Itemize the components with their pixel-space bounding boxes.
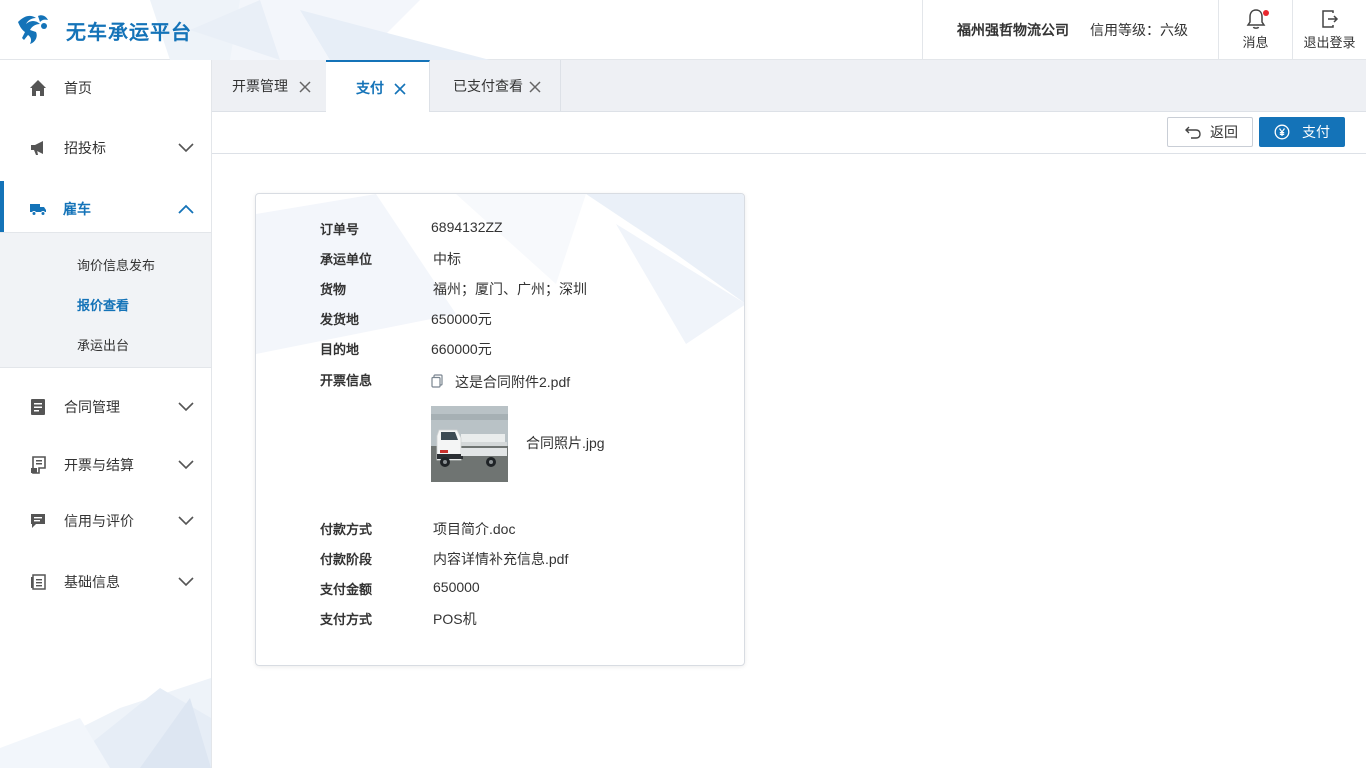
sidebar-item-hire[interactable]: 雇车: [0, 181, 211, 237]
field-label: 付款方式: [320, 522, 373, 537]
sidebar-item-label: 基础信息: [64, 574, 120, 590]
field-label: 支付方式: [320, 612, 373, 627]
payment-detail-card: 订单号 6894132ZZ 承运单位 中标 货物 福州；厦门、广州；深圳 发货地…: [255, 193, 745, 666]
tab-bar: 开票管理 支付 已支付查看: [212, 60, 1366, 113]
comment-icon: [28, 511, 48, 531]
field-value: 650000元: [431, 311, 492, 327]
bell-icon: [1246, 8, 1269, 30]
sidebar-item-home[interactable]: 首页: [0, 60, 211, 116]
field-label: 付款阶段: [320, 552, 373, 567]
credit-level: 信用等级：六级: [1090, 21, 1188, 38]
chevron-down-icon: [177, 573, 195, 591]
truck-icon: [28, 199, 48, 219]
field-value: 项目简介.doc: [433, 521, 516, 537]
back-button[interactable]: 返回: [1167, 117, 1253, 147]
notification-dot: [1262, 10, 1269, 16]
detail-row-origin: 发货地 650000元: [256, 309, 744, 329]
top-header: 无车承运平台 福州强哲物流公司 信用等级：六级 消息 退出登录: [0, 0, 1366, 60]
sidebar-item-label: 合同管理: [64, 399, 120, 415]
chevron-up-icon: [177, 200, 195, 218]
megaphone-icon: [28, 138, 48, 158]
submenu-item-carrier-out[interactable]: 承运出台: [77, 335, 129, 354]
archive-icon: [28, 572, 48, 592]
field-label: 支付金额: [320, 582, 373, 597]
back-button-label: 返回: [1210, 124, 1238, 140]
detail-row-payment-stage: 付款阶段 内容详情补充信息.pdf: [256, 549, 744, 569]
submenu-item-inquiry-publish[interactable]: 询价信息发布: [77, 255, 155, 274]
logout-icon: [1320, 8, 1340, 30]
photo-file-name[interactable]: 合同照片.jpg: [526, 433, 605, 453]
sidebar-item-label: 雇车: [63, 201, 91, 217]
sidebar-item-label: 信用与评价: [64, 513, 134, 529]
app-logo[interactable]: 无车承运平台: [14, 10, 192, 51]
pay-button[interactable]: 支付: [1259, 117, 1345, 147]
field-value: 650000: [433, 579, 480, 595]
detail-row-goods: 货物 福州；厦门、广州；深圳: [256, 279, 744, 299]
field-label: 货物: [320, 282, 347, 297]
invoice-attachment[interactable]: 这是合同附件2.pdf: [431, 372, 570, 392]
sidebar-item-label: 开票与结算: [64, 457, 134, 473]
chevron-down-icon: [177, 512, 195, 530]
app-title: 无车承运平台: [66, 22, 192, 44]
chevron-down-icon: [177, 456, 195, 474]
logout-label: 退出登录: [1303, 35, 1356, 50]
messages-button[interactable]: 消息: [1218, 0, 1292, 59]
active-indicator: [0, 181, 4, 237]
field-value: 6894132ZZ: [431, 219, 503, 235]
attachment-file-name[interactable]: 这是合同附件2.pdf: [455, 372, 570, 392]
chevron-down-icon: [177, 139, 195, 157]
chevron-down-icon: [177, 398, 195, 416]
detail-row-destination: 目的地 660000元: [256, 339, 744, 359]
close-icon[interactable]: [299, 80, 311, 93]
sidebar-item-contract[interactable]: 合同管理: [0, 379, 211, 435]
receipt-icon: [28, 455, 48, 475]
copy-file-icon: [431, 373, 443, 391]
pay-button-label: 支付: [1302, 124, 1330, 140]
detail-row-order-no: 订单号 6894132ZZ: [256, 219, 744, 239]
tab-paid-view[interactable]: 已支付查看: [430, 60, 561, 112]
sidebar-item-bidding[interactable]: 招投标: [0, 120, 211, 176]
sidebar-decoration: [0, 678, 211, 768]
field-value: POS机: [433, 611, 477, 627]
sidebar-item-credit[interactable]: 信用与评价: [0, 493, 211, 549]
close-icon[interactable]: [394, 82, 406, 95]
company-name: 福州强哲物流公司: [957, 21, 1069, 38]
home-icon: [28, 78, 48, 98]
field-value: 福州；厦门、广州；深圳: [433, 281, 587, 297]
pegasus-logo-icon: [14, 10, 52, 51]
sidebar-item-basic-info[interactable]: 基础信息: [0, 554, 211, 610]
logout-button[interactable]: 退出登录: [1292, 0, 1366, 59]
field-label: 承运单位: [320, 252, 373, 267]
tab-label: 支付: [356, 79, 384, 96]
document-list-icon: [28, 397, 48, 417]
yen-circle-icon: [1274, 124, 1290, 143]
field-value: 内容详情补充信息.pdf: [433, 551, 569, 567]
sidebar: 首页 招投标 雇车 询价信息发布 报价查看 承运出台 合同管理 开票与结算 信用…: [0, 60, 212, 768]
tab-label: 已支付查看: [453, 78, 523, 94]
undo-icon: [1185, 125, 1201, 142]
tab-payment[interactable]: 支付: [326, 60, 430, 113]
contract-photo-thumbnail[interactable]: [431, 406, 508, 482]
detail-row-payment-method: 付款方式 项目简介.doc: [256, 519, 744, 539]
tab-invoice-management[interactable]: 开票管理: [212, 60, 327, 112]
field-label: 目的地: [320, 342, 360, 357]
close-icon[interactable]: [529, 80, 541, 93]
submenu-item-quote-view[interactable]: 报价查看: [77, 295, 129, 314]
field-label: 开票信息: [320, 373, 373, 388]
action-toolbar: 返回 支付: [212, 112, 1366, 154]
detail-row-carrier: 承运单位 中标: [256, 249, 744, 269]
sidebar-item-label: 招投标: [64, 140, 106, 156]
field-label: 订单号: [320, 222, 360, 237]
field-value: 中标: [433, 251, 461, 267]
messages-label: 消息: [1242, 35, 1269, 50]
detail-row-amount: 支付金额 650000: [256, 579, 744, 599]
company-info: 福州强哲物流公司 信用等级：六级: [922, 0, 1218, 59]
hire-submenu: 询价信息发布 报价查看 承运出台: [0, 232, 211, 368]
sidebar-item-invoice[interactable]: 开票与结算: [0, 437, 211, 493]
sidebar-item-label: 首页: [64, 80, 92, 96]
field-label: 发货地: [320, 312, 360, 327]
detail-row-pay-way: 支付方式 POS机: [256, 609, 744, 629]
field-value: 660000元: [431, 341, 492, 357]
tab-label: 开票管理: [232, 78, 288, 94]
